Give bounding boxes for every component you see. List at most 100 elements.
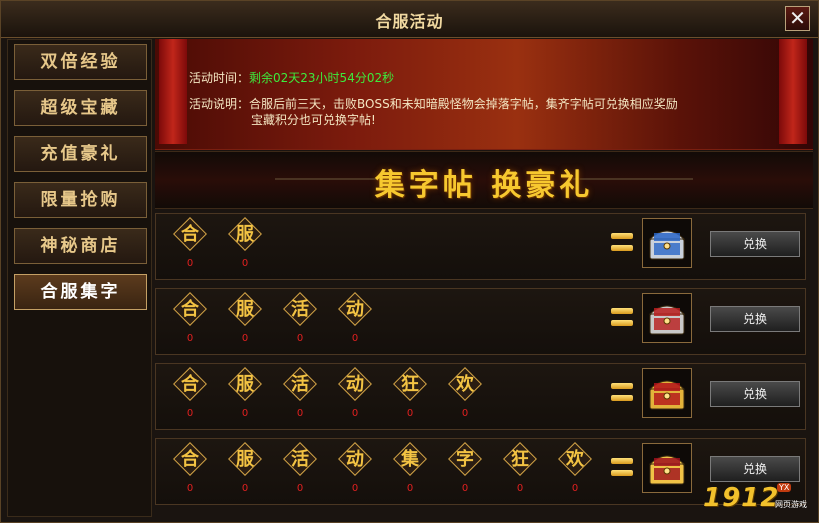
logo-badge: YX — [777, 483, 792, 492]
reward-row: 合 0 服 0 兑换 — [155, 213, 806, 280]
main-panel: 活动时间：剩余02天23小时54分02秒 活动说明：合服后前三天，击败BOSS和… — [155, 39, 813, 517]
tile-count: 0 — [186, 333, 194, 344]
char-tile: 合0 — [173, 439, 214, 499]
char-tile: 狂0 — [393, 364, 434, 424]
activity-time-line: 活动时间：剩余02天23小时54分02秒 — [189, 69, 394, 86]
tile-char: 合 — [181, 224, 199, 245]
char-tile: 动0 — [338, 439, 379, 499]
tile-count: 0 — [241, 333, 249, 344]
tile-char: 动 — [346, 449, 364, 470]
tile-count: 0 — [571, 483, 579, 494]
activity-time-value: 剩余02天23小时54分02秒 — [249, 71, 395, 85]
tile-count: 0 — [406, 408, 414, 419]
tile-count: 0 — [351, 408, 359, 419]
close-button[interactable]: ✕ — [785, 6, 810, 31]
reward-row: 合 0 服 0 活 0 动 0 狂 0 欢 0 兑换 — [155, 363, 806, 430]
tile-char: 狂 — [511, 449, 529, 470]
exchange-button[interactable]: 兑换 — [710, 231, 800, 257]
headline-text: 集字帖 换豪礼 — [374, 168, 594, 203]
char-tile: 服0 — [228, 364, 269, 424]
char-tile: 欢0 — [448, 364, 489, 424]
tile-count: 0 — [461, 483, 469, 494]
activity-banner: 活动时间：剩余02天23小时54分02秒 活动说明：合服后前三天，击败BOSS和… — [155, 39, 813, 150]
site-logo: 1912 YX 网页游戏 — [703, 483, 807, 513]
activity-desc-text: 合服后前三天，击败BOSS和未知暗殿怪物会掉落字帖，集齐字帖可兑换相应奖励 — [249, 97, 678, 111]
logo-number: 1912 — [703, 483, 780, 513]
char-tile: 狂0 — [503, 439, 544, 499]
char-tile: 活0 — [283, 439, 324, 499]
tile-count: 0 — [241, 258, 249, 269]
curtain-left-icon — [159, 39, 187, 144]
tile-count: 0 — [241, 483, 249, 494]
gold-red-chest-icon[interactable] — [642, 368, 692, 418]
tile-char: 欢 — [456, 374, 474, 395]
silver-blue-chest-icon[interactable] — [642, 218, 692, 268]
activity-time-label: 活动时间： — [189, 71, 250, 85]
tile-char: 服 — [236, 449, 254, 470]
tile-count: 0 — [516, 483, 524, 494]
title-bar: 合服活动 ✕ — [1, 1, 818, 38]
char-tile: 活0 — [283, 364, 324, 424]
gold-ruby-chest-icon[interactable] — [642, 443, 692, 493]
headline-bar: 集字帖 换豪礼 — [155, 151, 813, 209]
tile-char: 动 — [346, 299, 364, 320]
tile-count: 0 — [186, 408, 194, 419]
tile-count: 0 — [241, 408, 249, 419]
tile-count: 0 — [406, 483, 414, 494]
tile-count: 0 — [351, 483, 359, 494]
tile-count: 0 — [461, 408, 469, 419]
tile-char: 合 — [181, 374, 199, 395]
equals-icon — [611, 383, 633, 403]
reward-row: 合 0 服 0 活 0 动 0 兑换 — [155, 288, 806, 355]
char-tile: 合0 — [173, 289, 214, 349]
sidebar-item-mystery-shop[interactable]: 神秘商店 — [14, 228, 147, 264]
exchange-button[interactable]: 兑换 — [710, 456, 800, 482]
exchange-button[interactable]: 兑换 — [710, 306, 800, 332]
tile-char: 合 — [181, 299, 199, 320]
char-tile: 服0 — [228, 439, 269, 499]
tile-count: 0 — [351, 333, 359, 344]
sidebar: 双倍经验 超级宝藏 充值豪礼 限量抢购 神秘商店 合服集字 — [7, 39, 152, 517]
tile-char: 活 — [291, 374, 309, 395]
equals-icon — [611, 308, 633, 328]
char-tile: 服0 — [228, 214, 269, 274]
activity-desc-label: 活动说明： — [189, 97, 250, 111]
tile-char: 狂 — [401, 374, 419, 395]
char-tile: 集0 — [393, 439, 434, 499]
sidebar-item-limited-sale[interactable]: 限量抢购 — [14, 182, 147, 218]
tile-char: 服 — [236, 374, 254, 395]
char-tile: 服0 — [228, 289, 269, 349]
char-tile: 动0 — [338, 364, 379, 424]
char-tile: 合0 — [173, 364, 214, 424]
tile-char: 合 — [181, 449, 199, 470]
tile-count: 0 — [186, 258, 194, 269]
sidebar-item-super-treasure[interactable]: 超级宝藏 — [14, 90, 147, 126]
char-tile: 活0 — [283, 289, 324, 349]
tile-char: 欢 — [566, 449, 584, 470]
tile-char: 服 — [236, 224, 254, 245]
sidebar-item-double-exp[interactable]: 双倍经验 — [14, 44, 147, 80]
tile-char: 字 — [456, 449, 474, 470]
tile-char: 动 — [346, 374, 364, 395]
logo-subtitle: 网页游戏 — [775, 500, 807, 509]
activity-desc-line: 活动说明：合服后前三天，击败BOSS和未知暗殿怪物会掉落字帖，集齐字帖可兑换相应… — [189, 95, 678, 112]
tile-char: 服 — [236, 299, 254, 320]
char-tile: 欢0 — [558, 439, 599, 499]
sidebar-item-merge-collect[interactable]: 合服集字 — [14, 274, 147, 310]
activity-desc-line2: 宝藏积分也可兑换字帖! — [251, 113, 376, 127]
curtain-right-icon — [779, 39, 807, 144]
equals-icon — [611, 458, 633, 478]
tile-count: 0 — [296, 333, 304, 344]
window-title: 合服活动 — [375, 12, 444, 31]
silver-red-chest-icon[interactable] — [642, 293, 692, 343]
char-tile: 动0 — [338, 289, 379, 349]
activity-window: 合服活动 ✕ 双倍经验 超级宝藏 充值豪礼 限量抢购 神秘商店 合服集字 活动时… — [0, 0, 819, 523]
char-tile: 合0 — [173, 214, 214, 274]
tile-count: 0 — [296, 483, 304, 494]
exchange-button[interactable]: 兑换 — [710, 381, 800, 407]
tile-char: 集 — [401, 449, 419, 470]
equals-icon — [611, 233, 633, 253]
tile-char: 活 — [291, 449, 309, 470]
sidebar-item-recharge-gift[interactable]: 充值豪礼 — [14, 136, 147, 172]
tile-char: 活 — [291, 299, 309, 320]
